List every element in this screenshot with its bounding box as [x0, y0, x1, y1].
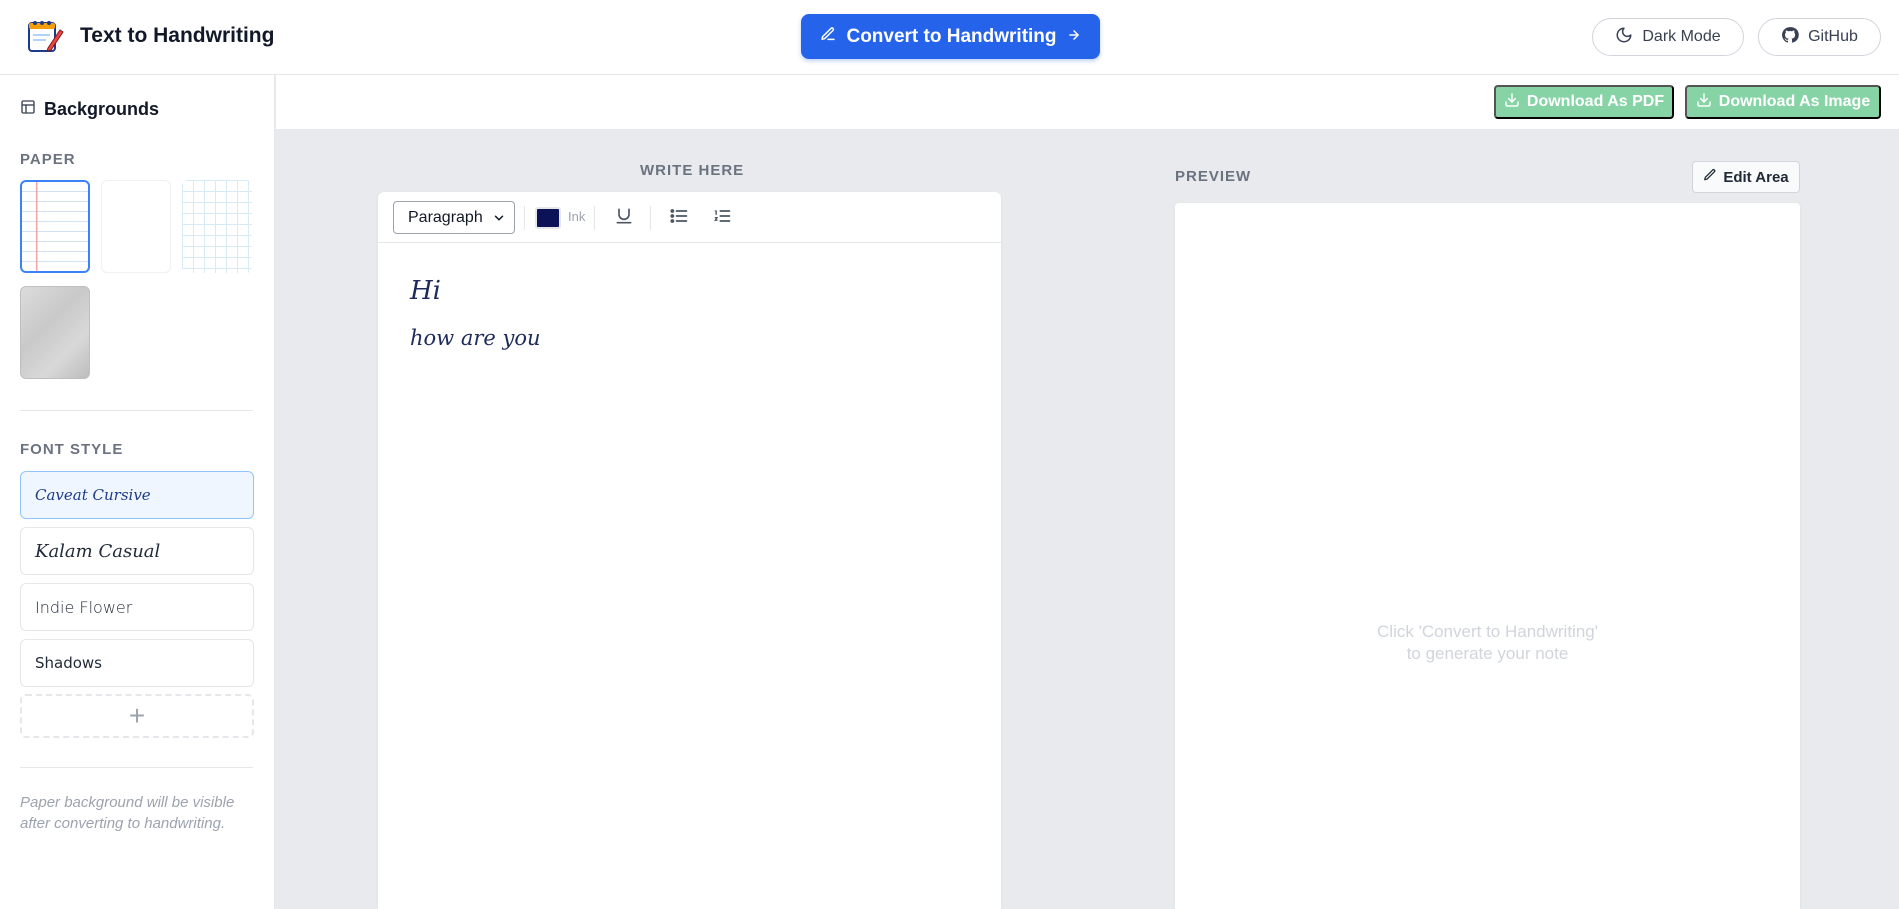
arrow-right-icon: [1067, 26, 1081, 48]
toolbar-divider: [524, 206, 525, 230]
pencil-icon: [1703, 168, 1717, 186]
convert-button-label: Convert to Handwriting: [846, 25, 1057, 47]
convert-button[interactable]: Convert to Handwriting: [801, 14, 1100, 59]
font-option-kalam[interactable]: Kalam Casual: [20, 527, 254, 575]
block-type-value: Paragraph: [408, 208, 483, 226]
font-option-label: Kalam Casual: [35, 540, 161, 562]
font-style-label: FONT STYLE: [20, 441, 124, 458]
dark-mode-button[interactable]: Dark Mode: [1592, 18, 1744, 56]
moon-icon: [1615, 26, 1633, 49]
add-font-button[interactable]: +: [20, 694, 254, 738]
font-option-caveat[interactable]: Caveat Cursive: [20, 471, 254, 519]
paper-lined-option[interactable]: [20, 180, 90, 273]
paper-texture-option[interactable]: [20, 286, 90, 379]
layout-icon: [20, 99, 36, 120]
sidebar-note: Paper background will be visible after c…: [20, 794, 235, 832]
underline-icon[interactable]: [614, 206, 634, 231]
dark-mode-label: Dark Mode: [1642, 28, 1721, 45]
bullet-list-icon[interactable]: [669, 206, 689, 231]
download-pdf-label: Download As PDF: [1526, 93, 1665, 110]
download-icon: [1696, 92, 1712, 113]
preview-label: PREVIEW: [1175, 168, 1252, 185]
numbered-list-icon[interactable]: [712, 206, 732, 231]
editor-pane: Paragraph Ink Hi how are you: [378, 192, 1001, 909]
editor-toolbar: Paragraph Ink: [378, 192, 1001, 243]
github-label: GitHub: [1808, 28, 1858, 45]
edit-area-button[interactable]: Edit Area: [1692, 161, 1800, 193]
sidebar-divider: [20, 410, 253, 411]
app-title: Text to Handwriting: [80, 24, 275, 47]
ink-label: Ink: [568, 209, 586, 224]
sidebar-divider: [20, 767, 253, 768]
paper-label: PAPER: [20, 151, 76, 168]
preview-empty-message: Click 'Convert to Handwriting' to genera…: [1175, 621, 1800, 665]
edit-area-label: Edit Area: [1723, 168, 1789, 186]
download-pdf-button[interactable]: Download As PDF: [1494, 85, 1674, 119]
preview-empty-line: to generate your note: [1406, 644, 1569, 663]
download-image-button[interactable]: Download As Image: [1685, 85, 1881, 119]
font-option-label: Shadows: [35, 654, 103, 672]
notepad-logo-icon: [26, 18, 64, 54]
download-icon: [1504, 92, 1520, 113]
font-option-indie-flower[interactable]: Indie Flower: [20, 583, 254, 631]
pencil-icon: [820, 26, 836, 48]
paper-blank-option[interactable]: [101, 180, 171, 273]
download-image-label: Download As Image: [1718, 93, 1871, 110]
plus-icon: +: [128, 700, 146, 731]
editor-line[interactable]: Hi: [410, 276, 441, 306]
font-option-label: Indie Flower: [35, 597, 133, 617]
preview-empty-line: Click 'Convert to Handwriting': [1377, 622, 1598, 641]
ink-color-picker[interactable]: [535, 207, 561, 229]
github-button[interactable]: GitHub: [1758, 18, 1881, 56]
toolbar-divider: [650, 206, 651, 230]
action-bar: Download As PDF Download As Image: [276, 75, 1899, 130]
write-here-label: WRITE HERE: [640, 162, 745, 179]
github-icon: [1781, 26, 1799, 49]
editor-line[interactable]: how are you: [410, 326, 541, 350]
font-option-shadows[interactable]: Shadows: [20, 639, 254, 687]
app-header: Text to Handwriting Convert to Handwriti…: [0, 0, 1899, 75]
preview-pane: Click 'Convert to Handwriting' to genera…: [1175, 203, 1800, 909]
toolbar-divider: [594, 206, 595, 230]
paper-grid-option[interactable]: [182, 180, 252, 273]
backgrounds-heading: Backgrounds: [20, 99, 159, 120]
block-type-select[interactable]: Paragraph: [393, 201, 515, 234]
chevron-down-icon: [492, 211, 506, 230]
backgrounds-title: Backgrounds: [44, 99, 160, 119]
sidebar: Backgrounds PAPER FONT STYLE Caveat Curs…: [0, 75, 275, 909]
font-option-label: Caveat Cursive: [35, 486, 151, 504]
